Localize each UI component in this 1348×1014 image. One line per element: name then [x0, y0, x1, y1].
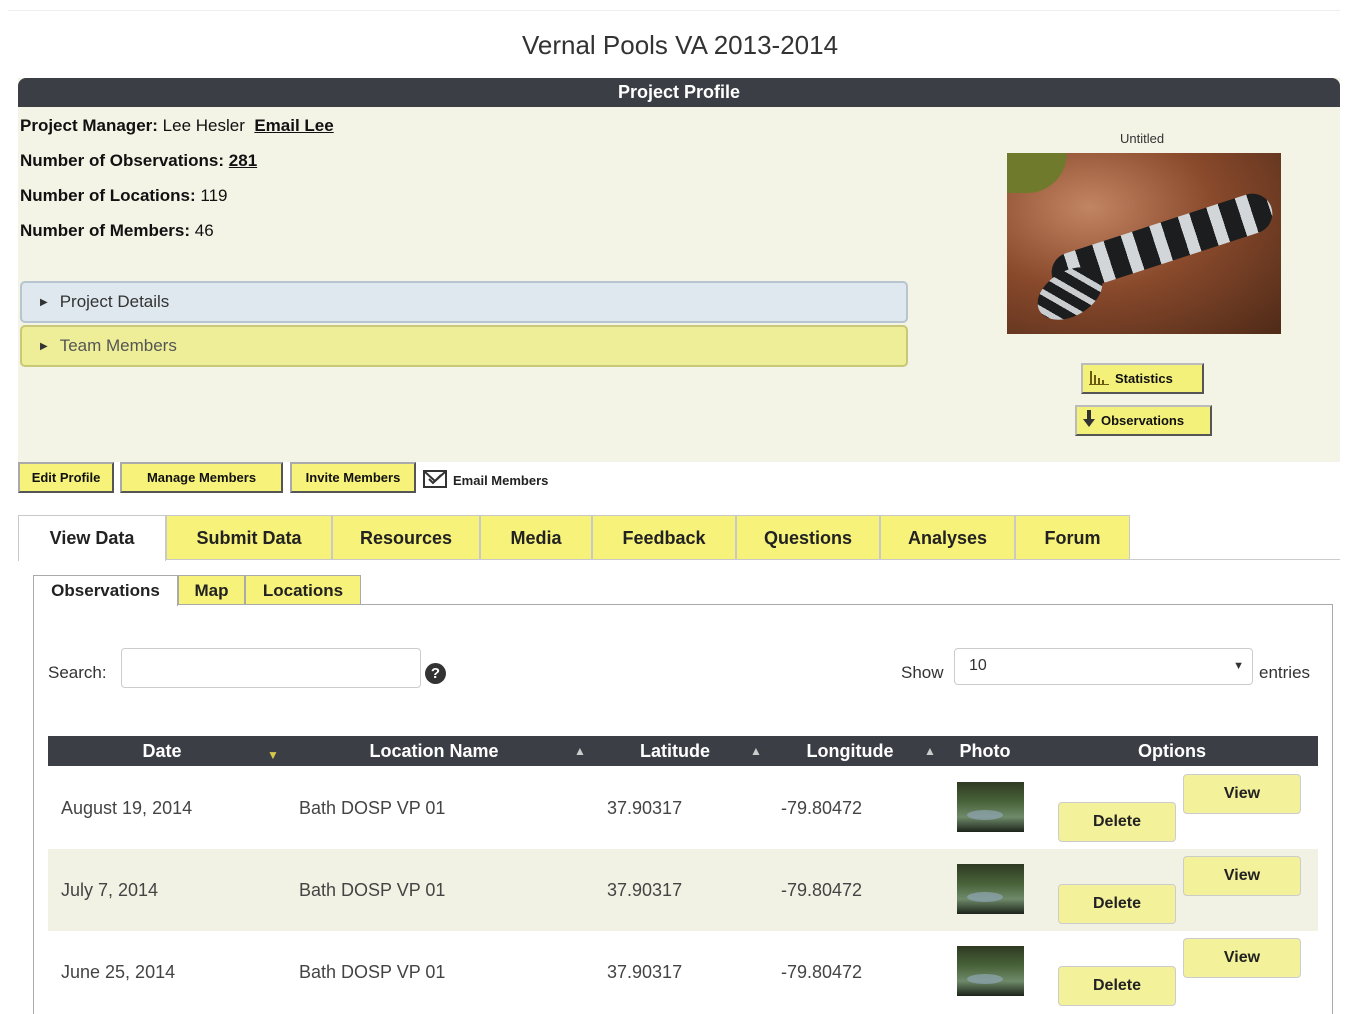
view-button[interactable]: View	[1183, 938, 1301, 978]
email-manager-link[interactable]: Email Lee	[254, 116, 333, 135]
subtab-locations[interactable]: Locations	[245, 575, 361, 605]
caret-right-icon: ▶	[40, 297, 48, 308]
location-cell: Bath DOSP VP 01	[299, 880, 446, 900]
column-header-photo: Photo	[959, 741, 1011, 761]
profile-header: Project Profile	[18, 78, 1340, 107]
tab-forum[interactable]: Forum	[1015, 515, 1130, 560]
location-cell: Bath DOSP VP 01	[299, 798, 446, 818]
subtab-map[interactable]: Map	[178, 575, 245, 605]
caret-right-icon: ▶	[40, 341, 48, 352]
longitude-cell: -79.80472	[781, 880, 863, 900]
envelope-icon	[423, 470, 447, 491]
column-header-latitude[interactable]: Latitude	[608, 736, 742, 766]
search-input[interactable]	[121, 648, 421, 688]
view-button[interactable]: View	[1183, 856, 1301, 896]
sort-desc-icon[interactable]: ▼	[267, 740, 279, 770]
observations-download-label: Observations	[1101, 413, 1185, 428]
delete-button[interactable]: Delete	[1058, 884, 1176, 924]
table-row: July 7, 2014 Bath DOSP VP 01 37.90317 -7…	[48, 849, 1318, 931]
members-count-line: Number of Members: 46	[20, 221, 214, 241]
longitude-cell: -79.80472	[781, 962, 863, 982]
statistics-button[interactable]: Statistics	[1081, 363, 1204, 394]
team-members-label: Team Members	[59, 336, 177, 355]
locations-label: Number of Locations:	[20, 186, 196, 205]
download-observations-button[interactable]: Observations	[1075, 405, 1212, 436]
latitude-cell: 37.90317	[607, 880, 683, 900]
date-cell: August 19, 2014	[61, 798, 193, 818]
sort-both-icon[interactable]: ▲	[574, 736, 586, 766]
tab-resources[interactable]: Resources	[332, 515, 480, 560]
members-label: Number of Members:	[20, 221, 191, 240]
tab-feedback[interactable]: Feedback	[592, 515, 736, 560]
email-members-label: Email Members	[453, 473, 549, 488]
sort-both-icon[interactable]: ▲	[924, 736, 936, 766]
latitude-cell: 37.90317	[607, 798, 683, 818]
project-details-accordion[interactable]: ▶ Project Details	[20, 281, 908, 323]
tab-analyses[interactable]: Analyses	[880, 515, 1015, 560]
manager-label: Project Manager:	[20, 116, 158, 135]
column-header-location[interactable]: Location Name	[342, 736, 526, 766]
project-photo[interactable]	[1007, 153, 1281, 334]
tab-questions[interactable]: Questions	[736, 515, 880, 560]
entries-select[interactable]: 10 ▼	[954, 648, 1253, 685]
photo-leaf	[1007, 153, 1067, 193]
observations-count-link[interactable]: 281	[229, 151, 257, 170]
photo-caption: Untitled	[1120, 131, 1165, 146]
observations-count-line: Number of Observations: 281	[20, 151, 257, 171]
observations-label: Number of Observations:	[20, 151, 225, 170]
project-manager-line: Project Manager: Lee Hesler Email Lee	[20, 116, 334, 136]
table-row: August 19, 2014 Bath DOSP VP 01 37.90317…	[48, 767, 1318, 849]
tab-media[interactable]: Media	[480, 515, 592, 560]
locations-count-line: Number of Locations: 119	[20, 186, 228, 206]
column-header-date[interactable]: Date	[108, 736, 216, 766]
edit-profile-button[interactable]: Edit Profile	[18, 462, 114, 493]
table-row: June 25, 2014 Bath DOSP VP 01 37.90317 -…	[48, 931, 1318, 1013]
tab-view-data[interactable]: View Data	[18, 515, 166, 561]
bar-chart-icon	[1089, 369, 1109, 388]
observation-photo-thumbnail[interactable]	[957, 946, 1024, 996]
delete-button[interactable]: Delete	[1058, 802, 1176, 842]
invite-members-button[interactable]: Invite Members	[290, 462, 416, 493]
search-label: Search:	[48, 663, 107, 682]
sort-both-icon[interactable]: ▲	[750, 736, 762, 766]
manage-members-button[interactable]: Manage Members	[120, 462, 283, 493]
show-label: Show	[901, 663, 944, 682]
observation-photo-thumbnail[interactable]	[957, 782, 1024, 832]
email-members-link[interactable]: Email Members	[423, 470, 548, 491]
project-details-label: Project Details	[59, 292, 170, 311]
page-title: Vernal Pools VA 2013-2014	[521, 30, 839, 60]
manager-name: Lee Hesler	[162, 116, 245, 135]
tabs-divider	[1130, 559, 1340, 560]
longitude-cell: -79.80472	[781, 798, 863, 818]
observation-photo-thumbnail[interactable]	[957, 864, 1024, 914]
members-count: 46	[194, 221, 214, 240]
date-cell: July 7, 2014	[61, 880, 159, 900]
subtab-observations[interactable]: Observations	[33, 575, 178, 606]
project-profile-panel: Project Profile Project Manager: Lee Hes…	[18, 78, 1340, 462]
date-cell: June 25, 2014	[61, 962, 176, 982]
top-divider	[8, 10, 1340, 11]
statistics-label: Statistics	[1115, 371, 1173, 386]
dropdown-caret-icon: ▼	[1233, 660, 1244, 672]
delete-button[interactable]: Delete	[1058, 966, 1176, 1006]
view-button[interactable]: View	[1183, 774, 1301, 814]
help-icon[interactable]: ?	[425, 663, 446, 684]
entries-select-value: 10	[969, 657, 987, 674]
tab-submit-data[interactable]: Submit Data	[166, 515, 332, 560]
latitude-cell: 37.90317	[607, 962, 683, 982]
entries-label: entries	[1259, 663, 1311, 682]
location-cell: Bath DOSP VP 01	[299, 962, 446, 982]
table-header: Date ▼ Location Name ▲ Latitude ▲ Longit…	[48, 736, 1318, 766]
column-header-longitude[interactable]: Longitude	[788, 736, 912, 766]
team-members-accordion[interactable]: ▶ Team Members	[20, 325, 908, 367]
download-arrow-icon	[1083, 410, 1095, 431]
column-header-options: Options	[1138, 741, 1206, 761]
locations-count: 119	[200, 186, 228, 205]
